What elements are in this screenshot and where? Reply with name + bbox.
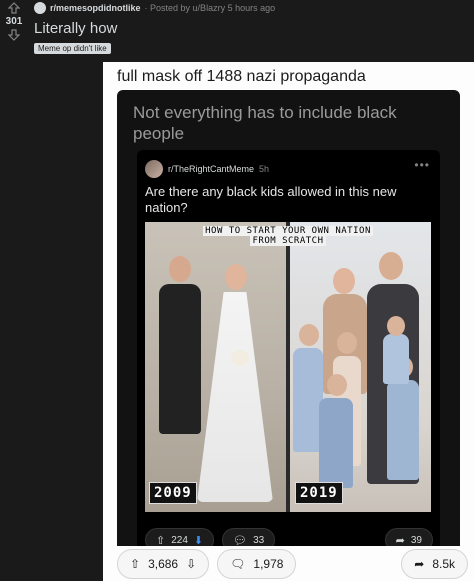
year-label-right: 2019	[295, 482, 343, 504]
embedded-time: 5h	[259, 164, 270, 174]
meme-header-line1: HOW TO START YOUR OWN NATION	[203, 226, 373, 236]
post-title[interactable]: Literally how	[34, 20, 117, 37]
groom-head	[169, 256, 191, 282]
groom-figure	[159, 284, 201, 434]
father-head	[379, 252, 403, 280]
share-count: 8.5k	[432, 556, 455, 571]
embedded-share-count: 39	[410, 534, 422, 546]
mother-head	[333, 268, 355, 294]
phone-post-title: Not everything has to include black peop…	[133, 103, 397, 143]
image-caption: full mask off 1488 nazi propaganda	[117, 68, 366, 85]
embedded-comment-count: 33	[253, 534, 265, 546]
vote-column: 301	[4, 2, 24, 41]
share-pill: ➦ 8.5k	[401, 548, 468, 579]
downvote-icon: ⇩	[186, 556, 197, 571]
family-photo: 2019	[289, 222, 431, 512]
child-figure	[387, 380, 419, 480]
downvote-icon[interactable]	[8, 29, 20, 41]
upvote-icon: ⇧	[156, 534, 166, 547]
upvote-count: 3,686	[148, 556, 179, 571]
child-head	[299, 324, 319, 346]
meme-image: 2009 2019 HOW TO START YOUR OWN NATION F…	[145, 222, 431, 512]
embedded-post: r/TheRightCantMeme 5h ••• Are there any …	[137, 150, 440, 570]
reddit-post: 301 r/memesopdidnotlike · Posted by u/Bl…	[0, 0, 474, 62]
upvote-icon: ⇧	[130, 556, 141, 571]
posted-by: · Posted by u/Blazry 5 hours ago	[144, 3, 276, 13]
comment-count: 1,978	[253, 556, 284, 571]
comments-pill: 🗨︎ 1,978	[217, 548, 297, 579]
vote-count: 301	[5, 16, 23, 27]
share-icon: ➦	[395, 534, 405, 547]
wedding-photo: 2009	[145, 222, 287, 512]
embedded-upvote-count: 224	[171, 534, 188, 546]
child-figure	[319, 398, 353, 488]
upvote-icon[interactable]	[8, 2, 20, 14]
bride-dress	[197, 292, 273, 502]
screenshot-action-bar: ⇧ 3,686 ⇩ 🗨︎ 1,978 ➦ 8.5k	[103, 546, 474, 581]
embedded-post-meta: r/TheRightCantMeme 5h	[145, 160, 269, 178]
post-flair[interactable]: Meme op didn't like	[34, 43, 111, 54]
screenshot-phone: Not everything has to include black peop…	[117, 90, 460, 578]
embedded-subreddit: r/TheRightCantMeme	[168, 164, 255, 174]
embedded-post-title: Are there any black kids allowed in this…	[145, 184, 397, 215]
meme-divider	[286, 222, 290, 512]
child-head	[387, 316, 405, 336]
share-icon: ➦	[414, 556, 425, 571]
comment-icon: 💬︎	[233, 534, 248, 547]
child-figure	[383, 334, 409, 384]
post-meta: r/memesopdidnotlike · Posted by u/Blazry…	[34, 2, 275, 14]
subreddit-link[interactable]: r/memesopdidnotlike	[50, 3, 141, 13]
child-head	[337, 332, 357, 354]
post-image[interactable]: full mask off 1488 nazi propaganda Not e…	[103, 62, 474, 581]
year-label-left: 2009	[149, 482, 197, 504]
meme-header-line2: FROM SCRATCH	[250, 236, 326, 246]
vote-pill: ⇧ 3,686 ⇩	[117, 548, 210, 579]
bride-head	[225, 264, 247, 290]
comment-icon: 🗨︎	[230, 556, 246, 571]
more-options-icon: •••	[414, 158, 430, 172]
subreddit-icon	[34, 2, 46, 14]
downvote-icon: ⬇	[193, 534, 204, 547]
child-head	[327, 374, 347, 396]
bouquet	[231, 350, 249, 366]
meme-header: HOW TO START YOUR OWN NATION FROM SCRATC…	[175, 226, 401, 246]
avatar	[145, 160, 163, 178]
